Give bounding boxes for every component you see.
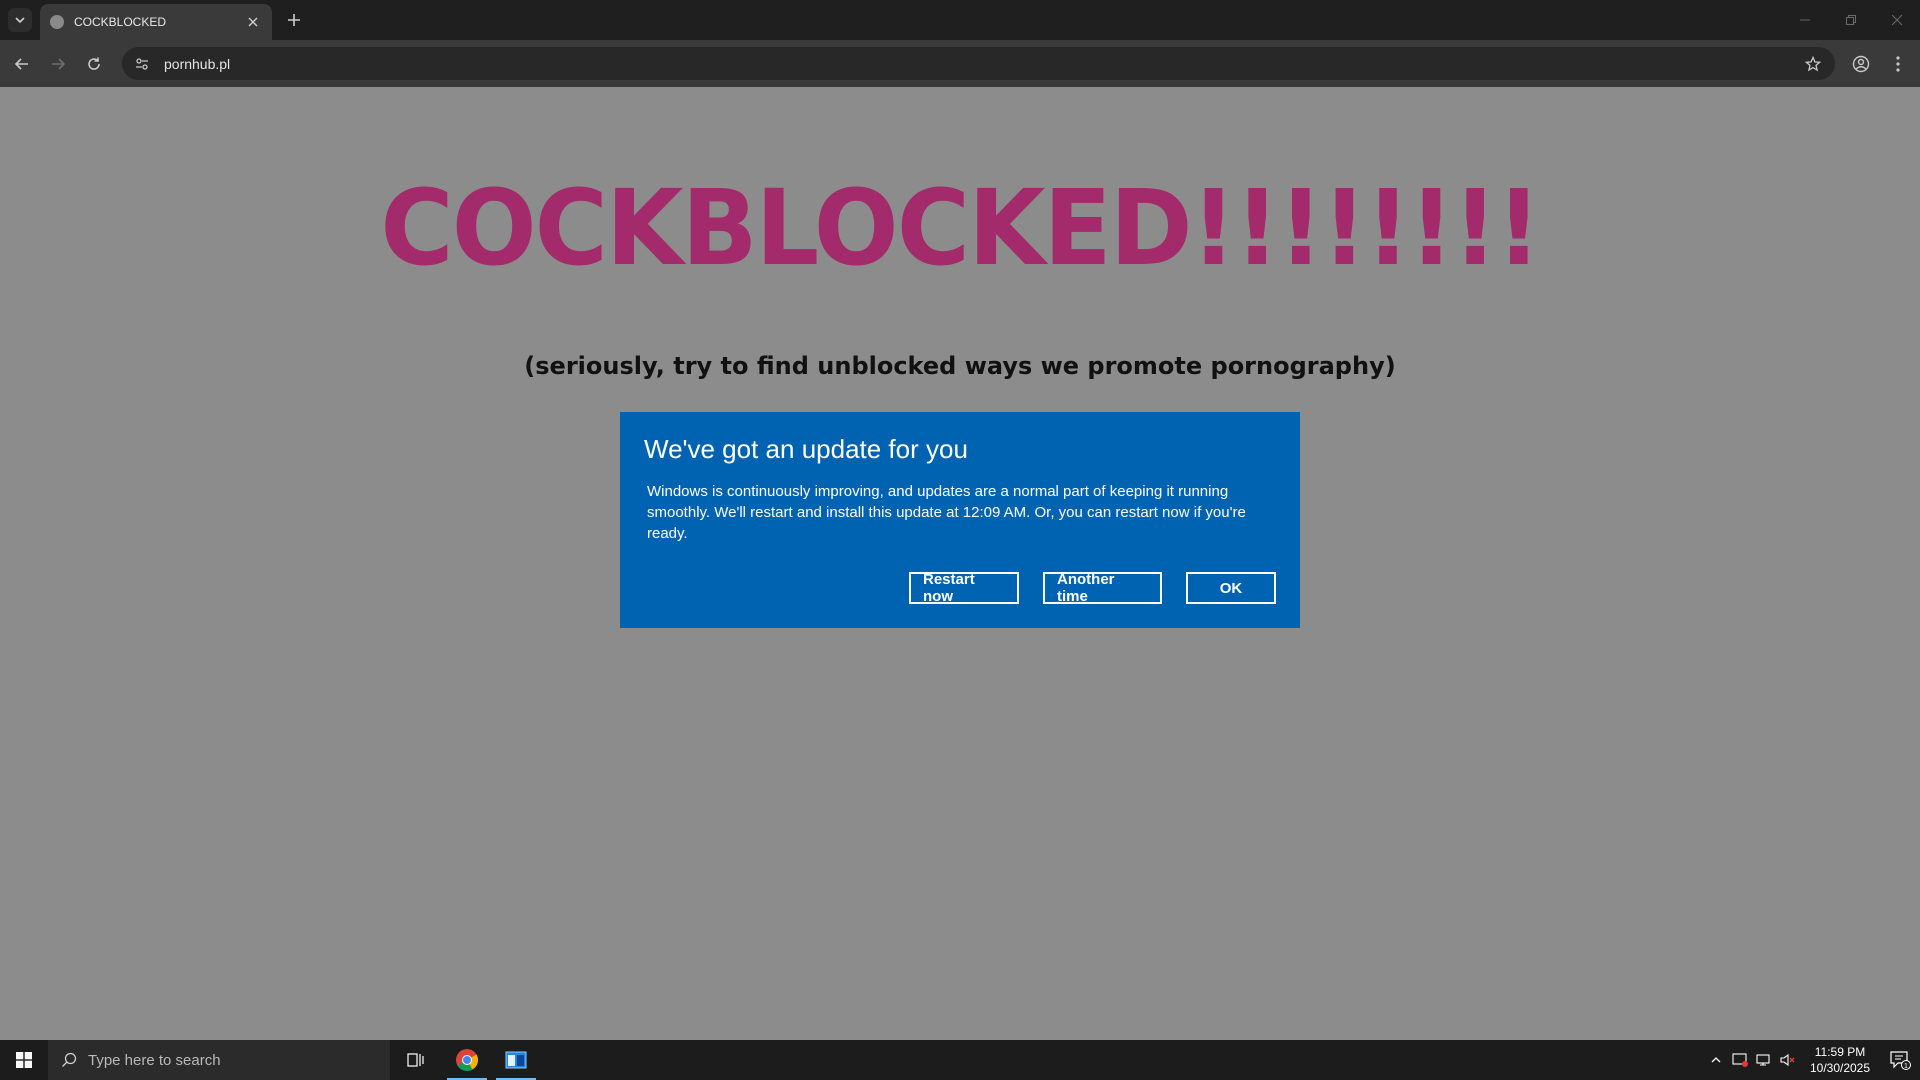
show-hidden-icons-button[interactable] bbox=[1704, 1040, 1728, 1080]
volume-muted-icon[interactable] bbox=[1776, 1040, 1800, 1080]
dialog-title: We've got an update for you bbox=[644, 434, 968, 464]
clock[interactable]: 11:59 PM 10/30/2025 bbox=[1800, 1044, 1880, 1076]
notification-icon: 1 bbox=[1890, 1051, 1911, 1070]
window-app-icon bbox=[505, 1051, 527, 1069]
clock-time: 11:59 PM bbox=[1814, 1045, 1866, 1059]
chevron-up-icon bbox=[1711, 1057, 1721, 1063]
page-headline: COCKBLOCKED!!!!!!!! bbox=[380, 167, 1541, 289]
plus-icon bbox=[288, 14, 300, 26]
another-time-button[interactable]: Another time bbox=[1043, 571, 1162, 605]
notification-center-button[interactable]: 1 bbox=[1880, 1040, 1920, 1080]
window-controls bbox=[1782, 0, 1920, 40]
restore-icon bbox=[1846, 15, 1856, 25]
browser-menu-button[interactable] bbox=[1884, 50, 1912, 78]
kebab-menu-icon bbox=[1896, 56, 1900, 72]
tab-close-button[interactable] bbox=[244, 13, 262, 31]
globe-icon bbox=[50, 15, 64, 29]
back-button[interactable] bbox=[8, 50, 36, 78]
taskbar-app-window[interactable] bbox=[492, 1040, 540, 1080]
task-view-button[interactable] bbox=[392, 1040, 440, 1080]
task-view-icon bbox=[407, 1053, 424, 1067]
taskbar-search[interactable]: Type here to search bbox=[48, 1040, 390, 1080]
profile-button[interactable] bbox=[1847, 50, 1875, 78]
taskbar-chrome[interactable] bbox=[443, 1040, 491, 1080]
forward-button[interactable] bbox=[44, 50, 72, 78]
address-bar[interactable]: pornhub.pl bbox=[122, 47, 1835, 80]
minimize-icon bbox=[1800, 19, 1810, 21]
search-icon bbox=[60, 1051, 78, 1069]
browser-tab[interactable]: COCKBLOCKED bbox=[40, 4, 272, 40]
restore-button[interactable] bbox=[1828, 0, 1874, 40]
windows-logo-icon bbox=[16, 1052, 32, 1068]
network-icon[interactable] bbox=[1752, 1040, 1776, 1080]
tab-search-button[interactable] bbox=[8, 8, 32, 32]
bookmark-star-icon[interactable] bbox=[1799, 50, 1827, 78]
restart-now-button[interactable]: Restart now bbox=[909, 571, 1019, 605]
browser-toolbar: pornhub.pl bbox=[0, 40, 1920, 87]
profile-icon bbox=[1852, 55, 1870, 73]
page-subheadline: (seriously, try to find unblocked ways w… bbox=[524, 352, 1396, 380]
close-window-button[interactable] bbox=[1874, 0, 1920, 40]
notification-count: 1 bbox=[1904, 1063, 1908, 1070]
clock-date: 10/30/2025 bbox=[1809, 1061, 1871, 1075]
reload-button[interactable] bbox=[80, 50, 108, 78]
close-icon bbox=[248, 17, 258, 27]
ok-button[interactable]: OK bbox=[1186, 572, 1276, 604]
new-tab-button[interactable] bbox=[282, 8, 306, 32]
tray-security-icon[interactable] bbox=[1728, 1040, 1752, 1080]
search-placeholder: Type here to search bbox=[88, 1051, 221, 1069]
site-settings-icon[interactable] bbox=[132, 54, 152, 74]
minimize-button[interactable] bbox=[1782, 0, 1828, 40]
arrow-left-icon bbox=[14, 58, 28, 70]
browser-tab-bar: COCKBLOCKED bbox=[0, 0, 1920, 40]
dialog-button-row: Restart now Another time OK bbox=[909, 571, 1276, 605]
arrow-right-icon bbox=[52, 58, 66, 70]
taskbar: Type here to search 11:59 PM 10/30/2025 … bbox=[0, 1040, 1920, 1080]
chevron-down-icon bbox=[15, 17, 25, 24]
update-dialog: We've got an update for you Windows is c… bbox=[620, 412, 1300, 628]
system-tray: 11:59 PM 10/30/2025 1 bbox=[1704, 1040, 1920, 1080]
url-text[interactable]: pornhub.pl bbox=[164, 56, 1799, 72]
start-button[interactable] bbox=[0, 1040, 48, 1080]
tab-title: COCKBLOCKED bbox=[74, 15, 167, 29]
dialog-body: Windows is continuously improving, and u… bbox=[647, 483, 1246, 542]
close-icon bbox=[1892, 15, 1902, 25]
reload-icon bbox=[88, 57, 100, 70]
chrome-icon bbox=[456, 1049, 478, 1071]
